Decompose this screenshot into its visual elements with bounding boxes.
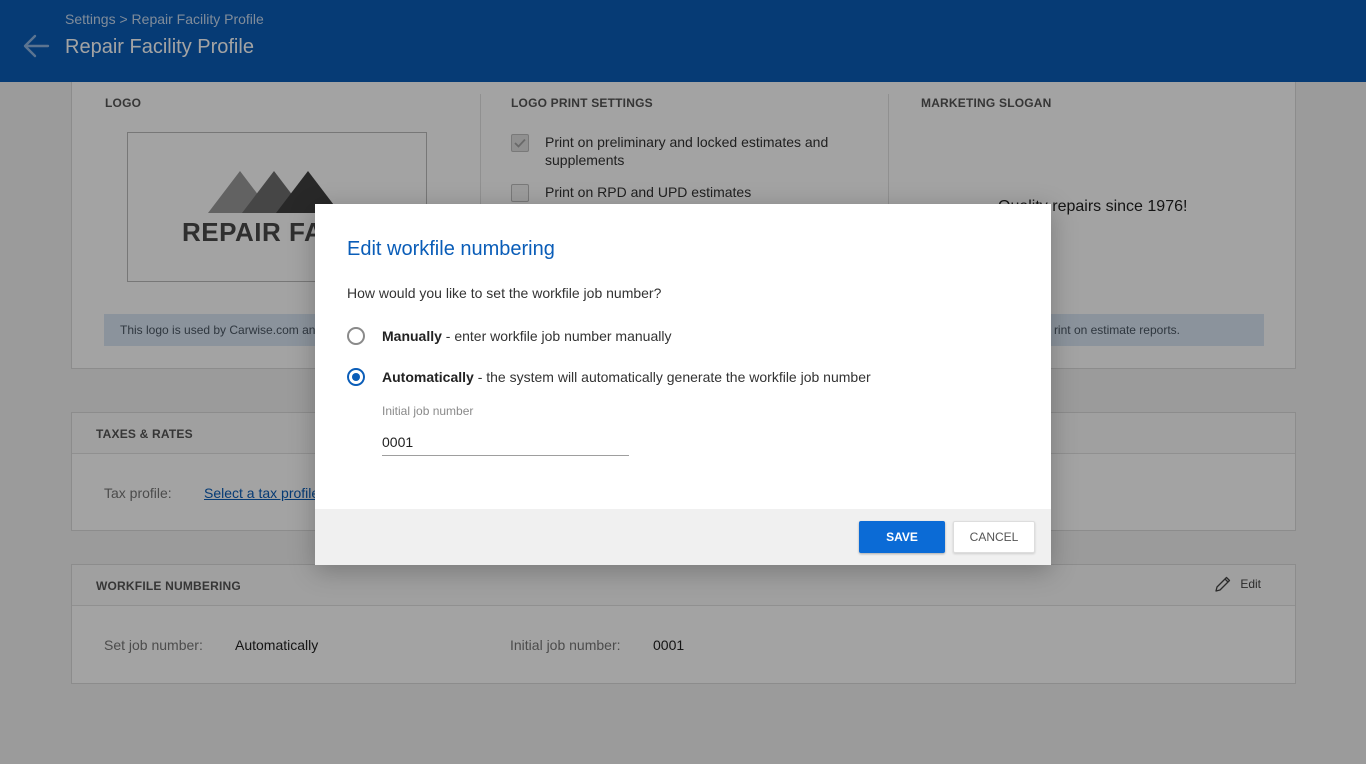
dialog-title: Edit workfile numbering — [347, 238, 555, 260]
edit-workfile-dialog: Edit workfile numbering How would you li… — [315, 204, 1051, 565]
dialog-footer: SAVE CANCEL — [315, 509, 1051, 565]
cancel-button[interactable]: CANCEL — [953, 521, 1035, 553]
radio-option-manually[interactable]: Manually - enter workfile job number man… — [347, 327, 671, 345]
initial-job-number-field-label: Initial job number — [382, 404, 474, 418]
dialog-question: How would you like to set the workfile j… — [347, 285, 662, 301]
radio-label: Automatically - the system will automati… — [382, 369, 871, 385]
radio-button-selected[interactable] — [347, 368, 365, 386]
radio-option-automatically[interactable]: Automatically - the system will automati… — [347, 368, 871, 386]
initial-job-number-input[interactable] — [382, 428, 629, 456]
radio-label: Manually - enter workfile job number man… — [382, 328, 672, 344]
radio-button[interactable] — [347, 327, 365, 345]
save-button[interactable]: SAVE — [859, 521, 945, 553]
